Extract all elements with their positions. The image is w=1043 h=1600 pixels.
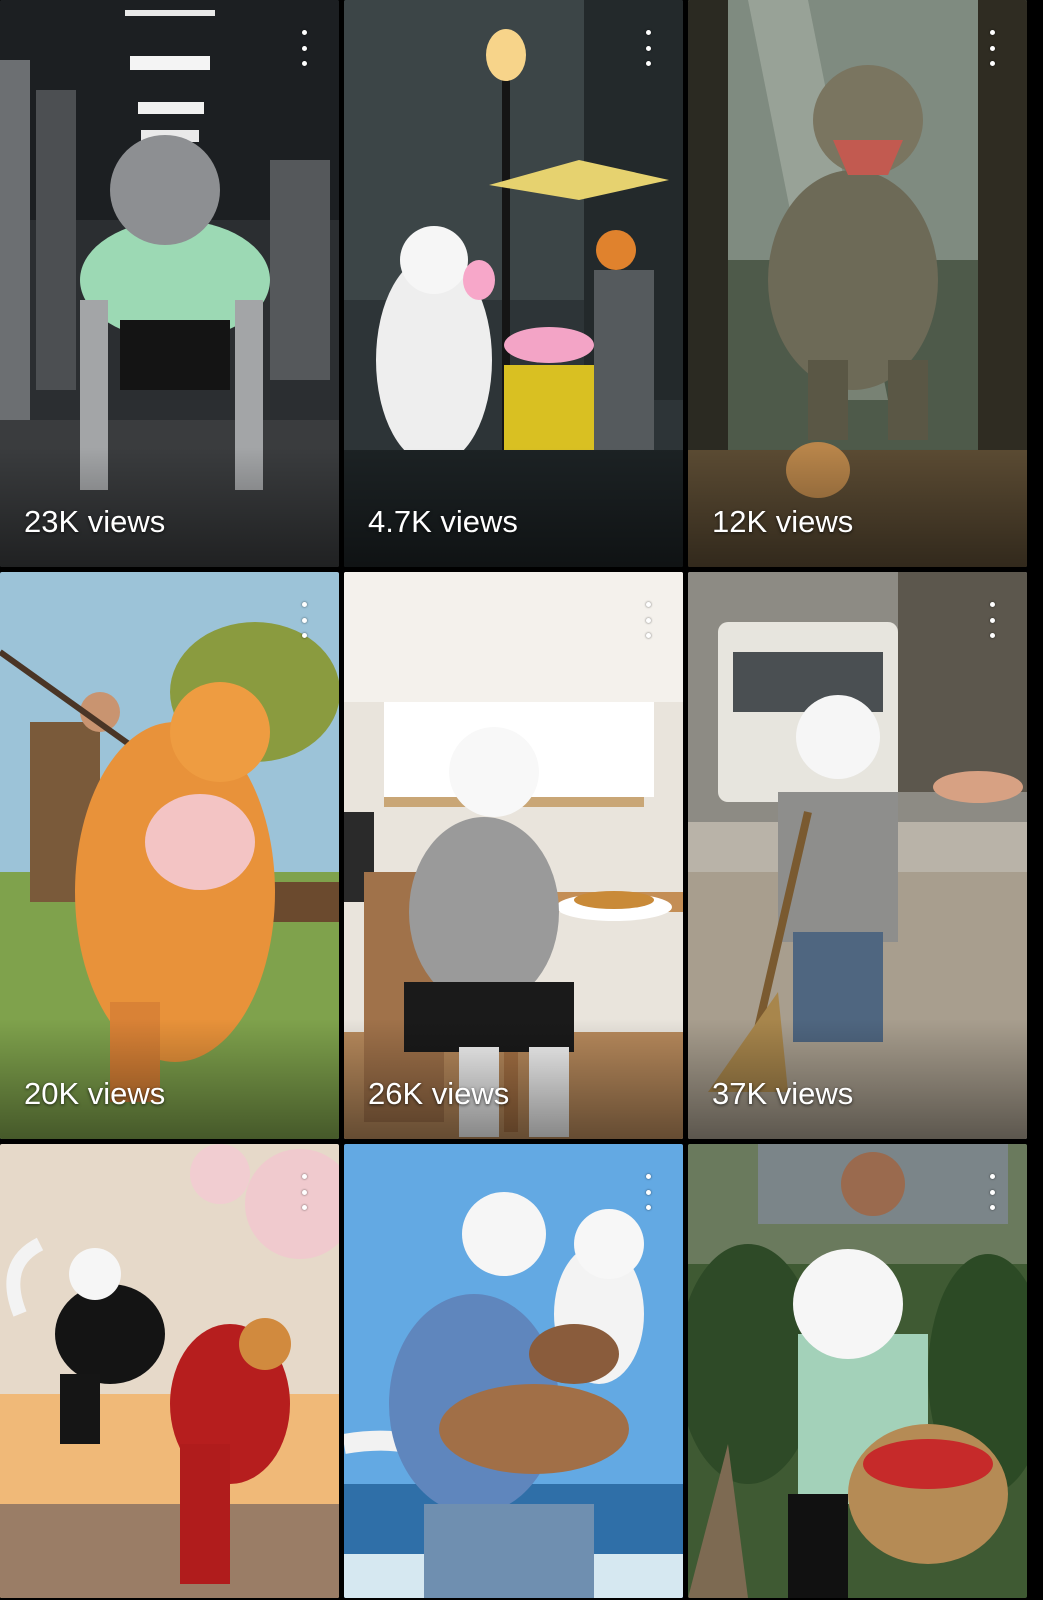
more-vert-icon[interactable] [297, 602, 311, 638]
video-thumbnail[interactable]: 4.7K views [344, 0, 683, 567]
video-thumbnail[interactable]: 26K views [344, 572, 683, 1139]
more-vert-icon[interactable] [985, 30, 999, 66]
video-thumbnail[interactable] [344, 1144, 683, 1598]
view-count: 12K views [712, 504, 854, 539]
view-count: 37K views [712, 1076, 854, 1111]
more-vert-icon[interactable] [641, 1174, 655, 1210]
thumbnail-image [0, 1144, 339, 1598]
video-thumbnail[interactable]: 12K views [688, 0, 1027, 567]
more-vert-icon[interactable] [641, 602, 655, 638]
view-count: 26K views [368, 1076, 510, 1111]
video-thumbnail[interactable] [688, 1144, 1027, 1598]
video-thumbnail[interactable]: 37K views [688, 572, 1027, 1139]
video-thumbnail[interactable]: 23K views [0, 0, 339, 567]
view-count: 4.7K views [368, 504, 518, 539]
video-thumbnail[interactable] [0, 1144, 339, 1598]
thumbnail-image [344, 1144, 683, 1598]
video-thumbnail[interactable]: 20K views [0, 572, 339, 1139]
more-vert-icon[interactable] [985, 602, 999, 638]
more-vert-icon[interactable] [297, 1174, 311, 1210]
more-vert-icon[interactable] [985, 1174, 999, 1210]
more-vert-icon[interactable] [641, 30, 655, 66]
video-grid: 23K views 4.7K views 12K views 20K views… [0, 0, 1043, 1600]
thumbnail-image [688, 1144, 1027, 1598]
view-count: 23K views [24, 504, 166, 539]
more-vert-icon[interactable] [297, 30, 311, 66]
view-count: 20K views [24, 1076, 166, 1111]
